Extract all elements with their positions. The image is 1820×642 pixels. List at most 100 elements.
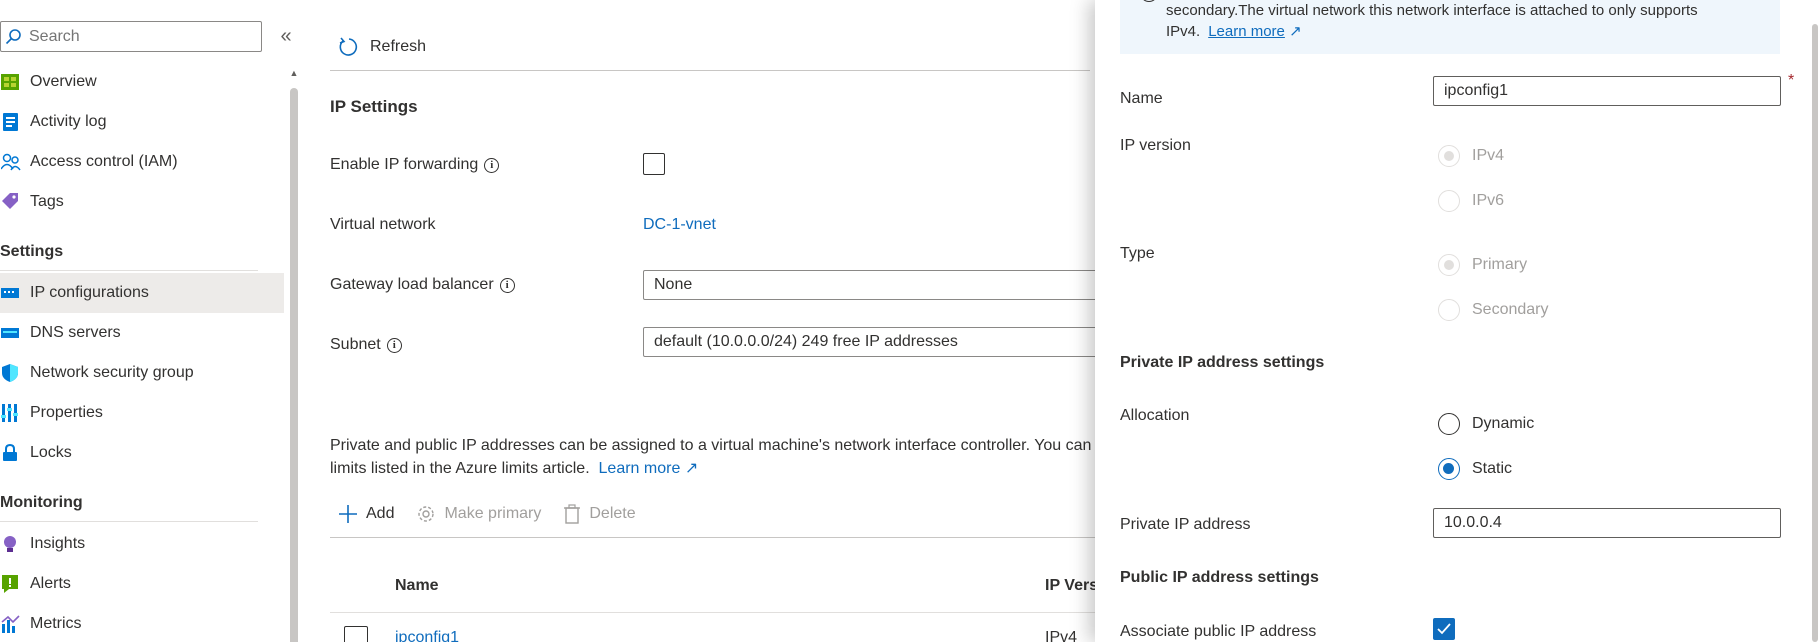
- gear-icon: [418, 506, 435, 522]
- subnet-dropdown[interactable]: default (10.0.0.0/24) 249 free IP addres…: [643, 327, 1103, 357]
- radio-label: IPv4: [1472, 147, 1505, 164]
- info-icon[interactable]: i: [499, 277, 515, 293]
- description-line: limits listed in the Azure limits articl…: [330, 460, 590, 477]
- gateway-load-balancer-dropdown[interactable]: None: [643, 270, 1103, 300]
- ip-version-label: IP version: [1120, 137, 1191, 154]
- menu-item-label: Metrics: [30, 615, 82, 632]
- banner-line: IPv4.: [1166, 23, 1201, 40]
- ip-config-icon: [0, 282, 22, 304]
- info-icon[interactable]: i: [386, 337, 402, 353]
- menu-item-alerts[interactable]: Alerts: [0, 564, 284, 604]
- radio-label: IPv6: [1472, 192, 1505, 209]
- menu-item-overview[interactable]: Overview: [0, 62, 284, 102]
- private-ip-address-input[interactable]: 10.0.0.4: [1433, 508, 1781, 538]
- banner-text: secondary.The virtual network this netwo…: [1166, 0, 1766, 42]
- panel-scrollbar[interactable]: [1812, 24, 1818, 642]
- virtual-network-label: Virtual network: [330, 216, 436, 233]
- checkmark-icon: [1437, 623, 1451, 635]
- enable-ip-forwarding-checkbox[interactable]: [643, 153, 665, 175]
- alert-icon: [0, 573, 22, 595]
- external-link-icon: ↗: [1289, 23, 1302, 40]
- menu-item-access-control[interactable]: Access control (IAM): [0, 142, 284, 182]
- menu-item-properties[interactable]: Properties: [0, 393, 284, 433]
- delete-button[interactable]: Delete: [563, 504, 636, 524]
- delete-label: Delete: [589, 505, 636, 522]
- menu-item-locks[interactable]: Locks: [0, 433, 284, 473]
- add-icon: [339, 505, 357, 523]
- command-bar-divider: [330, 537, 1100, 538]
- virtual-network-link[interactable]: DC-1-vnet: [643, 216, 716, 234]
- primary-radio[interactable]: Primary: [1438, 254, 1527, 276]
- static-radio[interactable]: Static: [1438, 458, 1512, 480]
- menu-item-label: IP configurations: [30, 284, 149, 301]
- info-banner: secondary.The virtual network this netwo…: [1120, 0, 1780, 54]
- properties-icon: [0, 402, 22, 424]
- secondary-radio[interactable]: Secondary: [1438, 299, 1549, 321]
- dynamic-radio[interactable]: Dynamic: [1438, 413, 1534, 435]
- menu-item-metrics[interactable]: Metrics: [0, 604, 284, 642]
- menu-item-label: Properties: [30, 404, 103, 421]
- menu-item-ip-configurations[interactable]: IP configurations: [0, 273, 284, 313]
- activity-log-icon: [0, 111, 22, 133]
- radio-circle: [1438, 145, 1460, 167]
- menu-item-tags[interactable]: Tags: [0, 182, 284, 222]
- section-divider: [0, 270, 258, 271]
- menu-item-activity-log[interactable]: Activity log: [0, 102, 284, 142]
- scroll-up-arrow-icon[interactable]: ▲: [289, 68, 299, 80]
- external-link-icon: ↗: [684, 460, 699, 477]
- menu-item-label: Overview: [30, 73, 97, 90]
- scrollbar-thumb[interactable]: [290, 88, 298, 642]
- ipv4-radio[interactable]: IPv4: [1438, 145, 1504, 167]
- description-line: Private and public IP addresses can be a…: [330, 437, 1092, 454]
- section-monitoring: Monitoring: [0, 494, 83, 511]
- search-input[interactable]: [29, 27, 249, 46]
- menu-item-label: Access control (IAM): [30, 153, 178, 170]
- name-label: Name: [1120, 90, 1163, 107]
- refresh-button[interactable]: Refresh: [338, 36, 426, 58]
- banner-learn-more-link[interactable]: Learn more: [1208, 23, 1285, 40]
- refresh-label: Refresh: [370, 38, 427, 55]
- private-ip-settings-heading: Private IP address settings: [1120, 354, 1325, 371]
- radio-label: Dynamic: [1472, 415, 1535, 432]
- subnet-label: Subnet i: [330, 336, 402, 354]
- row-select-checkbox[interactable]: [344, 626, 368, 642]
- menu-item-label: DNS servers: [30, 324, 121, 341]
- column-header-name[interactable]: Name: [395, 577, 439, 595]
- info-icon: [1140, 0, 1158, 2]
- radio-label: Secondary: [1472, 301, 1549, 318]
- sidebar-scrollbar[interactable]: ▲: [289, 68, 299, 642]
- info-icon[interactable]: i: [484, 157, 500, 173]
- menu-item-network-security-group[interactable]: Network security group: [0, 353, 284, 393]
- tag-icon: [0, 191, 22, 213]
- radio-circle: [1438, 190, 1460, 212]
- learn-more-link[interactable]: Learn more: [599, 460, 681, 477]
- search-icon: [5, 28, 21, 44]
- make-primary-label: Make primary: [444, 505, 542, 522]
- ipconfig-name-link[interactable]: ipconfig1: [395, 629, 459, 642]
- menu-item-label: Alerts: [30, 575, 71, 592]
- associate-public-ip-checkbox[interactable]: [1433, 618, 1455, 640]
- menu-item-label: Locks: [30, 444, 72, 461]
- ipv6-radio[interactable]: IPv6: [1438, 190, 1504, 212]
- banner-line: secondary.The virtual network this netwo…: [1166, 2, 1698, 19]
- make-primary-button[interactable]: Make primary: [416, 504, 541, 524]
- toolbar-divider: [330, 70, 1090, 71]
- radio-label: Static: [1472, 460, 1513, 477]
- add-label: Add: [366, 505, 395, 522]
- search-box[interactable]: [0, 21, 262, 52]
- section-settings: Settings: [0, 243, 64, 260]
- collapse-menu-button[interactable]: «: [276, 24, 296, 48]
- menu-item-insights[interactable]: Insights: [0, 524, 284, 564]
- menu-item-label: Insights: [30, 535, 86, 552]
- lock-icon: [0, 442, 22, 464]
- ip-description: Private and public IP addresses can be a…: [330, 434, 1100, 480]
- private-ip-address-label: Private IP address: [1120, 516, 1251, 533]
- menu-item-dns-servers[interactable]: DNS servers: [0, 313, 284, 353]
- label-text: Gateway load balancer: [330, 276, 494, 293]
- name-input[interactable]: ipconfig1: [1433, 76, 1781, 106]
- refresh-icon: [339, 37, 358, 56]
- column-header-ip-version[interactable]: IP Vers: [1045, 577, 1098, 595]
- radio-label: Primary: [1472, 256, 1528, 273]
- add-button[interactable]: Add: [338, 504, 394, 524]
- type-label: Type: [1120, 245, 1155, 262]
